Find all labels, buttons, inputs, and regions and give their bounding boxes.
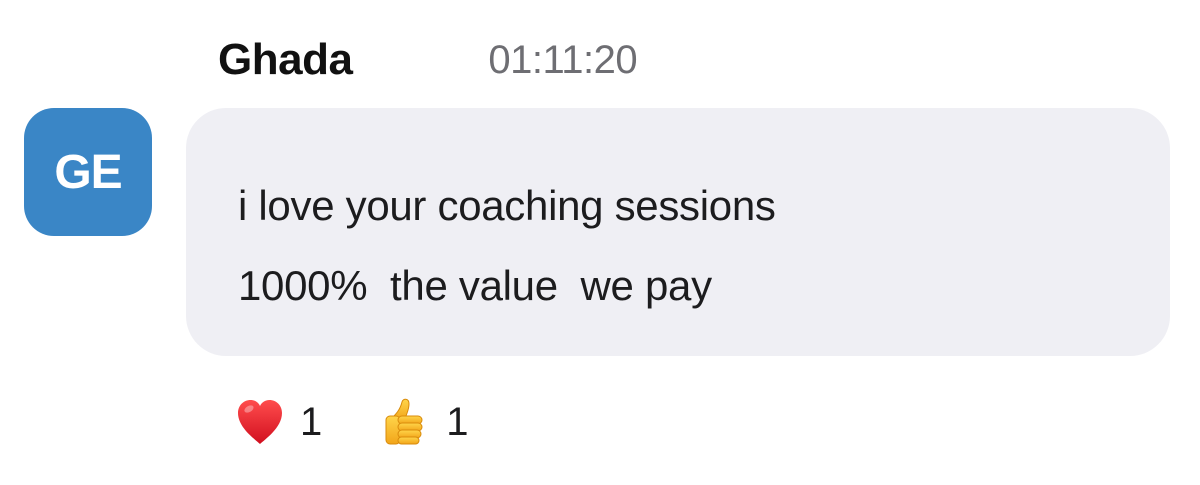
reactions-bar: 1 1 (232, 392, 525, 452)
thumbs-up-icon (385, 398, 423, 445)
message-header: Ghada 01:11:20 (218, 28, 638, 92)
reaction-count: 1 (446, 399, 469, 444)
message-bubble[interactable]: i love your coaching sessions 1000% the … (186, 108, 1170, 356)
reaction-heart[interactable]: 1 (232, 394, 322, 450)
message-line: 1000% the value we pay (238, 262, 712, 309)
message-timestamp: 01:11:20 (488, 37, 638, 82)
author-name[interactable]: Ghada (218, 35, 353, 85)
message-text: i love your coaching sessions 1000% the … (238, 166, 1130, 326)
message-line: i love your coaching sessions (238, 182, 776, 229)
reaction-count: 1 (300, 399, 323, 444)
red-heart-icon (238, 400, 282, 444)
reaction-thumbs-up[interactable]: 1 (378, 394, 469, 450)
chat-message: Ghada 01:11:20 GE i love your coaching s… (0, 0, 1200, 485)
avatar-initials: GE (54, 145, 122, 199)
avatar[interactable]: GE (24, 108, 152, 236)
